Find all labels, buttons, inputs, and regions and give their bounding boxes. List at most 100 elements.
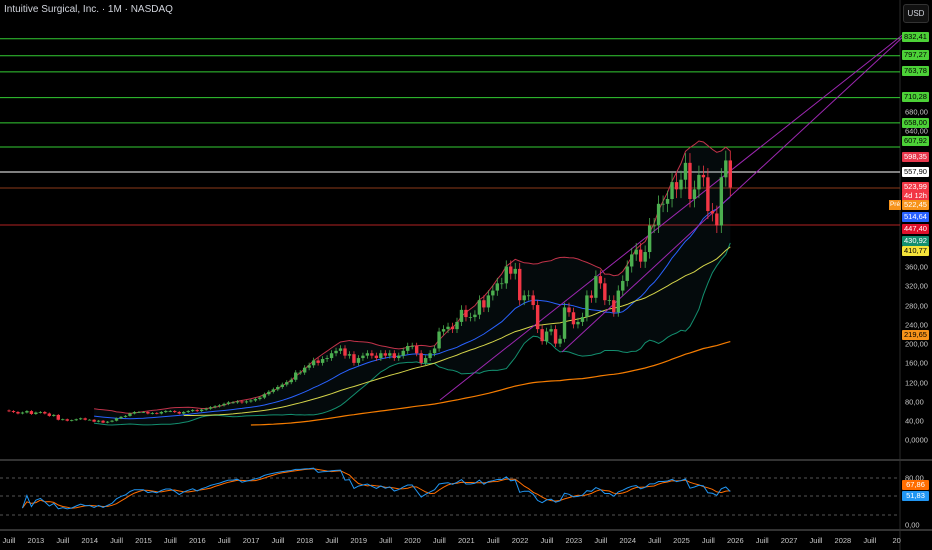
candle-body [267, 391, 271, 395]
price-axis-label: 0,0000 [905, 435, 928, 445]
candle-body [29, 411, 34, 414]
candle-body [182, 412, 186, 414]
candle-body [114, 418, 119, 421]
candle-body [638, 249, 643, 262]
candle-body [558, 338, 562, 344]
candle-body [401, 350, 405, 356]
price-badge: 557,90 [902, 167, 929, 177]
candle-body [509, 266, 513, 274]
candle-body [406, 346, 410, 351]
candle-body [25, 411, 29, 413]
candle-body [199, 409, 204, 412]
candle-body [607, 300, 612, 302]
candle-body [289, 379, 293, 383]
bollinger-fill [94, 141, 731, 425]
candle-body [423, 358, 428, 363]
candle-body [665, 199, 670, 204]
candle-body [65, 419, 69, 421]
price-badge: 607,92 [902, 136, 929, 146]
price-axis-label: 280,00 [905, 301, 928, 311]
candle-body [701, 174, 706, 178]
candle-body [706, 177, 710, 212]
time-axis-label: Juill [271, 536, 285, 545]
candle-body [562, 307, 567, 339]
candle-body [78, 418, 83, 420]
candle-body [329, 353, 334, 359]
candle-body [594, 276, 598, 298]
candle-body [621, 280, 625, 291]
candle-body [437, 331, 441, 349]
candle-body [468, 317, 473, 318]
candle-body [486, 295, 491, 308]
candle-body [598, 276, 603, 284]
candle-body [7, 410, 11, 412]
price-badge: 598,35 [902, 152, 929, 162]
price-axis-label: 320,00 [905, 281, 928, 291]
candle-body [320, 359, 325, 363]
candle-body [540, 329, 544, 342]
time-axis-label: Juill [163, 536, 177, 545]
candle-body [190, 410, 195, 412]
candle-body [432, 348, 437, 354]
candle-body [222, 403, 226, 406]
candle-body [464, 309, 468, 318]
price-chart[interactable] [0, 0, 932, 550]
candle-body [159, 412, 164, 414]
candle-body [249, 400, 253, 402]
price-axis-label: 240,00 [905, 320, 928, 330]
candle-body [495, 283, 500, 291]
price-axis-label: 40,00 [905, 416, 924, 426]
candle-body [347, 354, 352, 356]
candle-body [710, 211, 715, 214]
candle-body [549, 329, 553, 332]
candle-body [679, 179, 683, 190]
candle-body [298, 372, 302, 374]
candle-body [128, 413, 132, 416]
candle-body [132, 412, 137, 414]
candle-body [674, 182, 679, 190]
candle-body [280, 384, 284, 387]
candle-body [83, 418, 87, 420]
rsi-line [21, 467, 731, 510]
candle-body [397, 355, 401, 359]
candle-body [141, 412, 146, 413]
candle-body [630, 254, 634, 267]
time-axis-label: Juill [379, 536, 393, 545]
price-badge: 658,00 [902, 118, 929, 128]
candle-body [455, 321, 459, 330]
time-axis-label: 2025 [673, 536, 690, 545]
time-axis-label: 2028 [834, 536, 852, 545]
candle-body [311, 360, 316, 366]
price-badge: 832,41 [902, 32, 929, 42]
candle-body [177, 412, 181, 414]
candle-body [231, 402, 235, 404]
price-axis-label: 80,00 [905, 397, 924, 407]
candle-body [244, 401, 249, 403]
time-axis-label: Juill [325, 536, 339, 545]
candle-body [96, 420, 101, 422]
candle-body [302, 367, 307, 373]
candle-body [719, 177, 724, 226]
candle-body [585, 295, 589, 318]
time-axis-label: 2024 [619, 536, 637, 545]
time-axis-label: 2026 [726, 536, 744, 545]
candle-body [173, 411, 177, 413]
candle-body [307, 365, 311, 368]
candle-body [504, 266, 508, 284]
price-badge: 67,86 [902, 480, 929, 490]
candle-body [338, 348, 343, 351]
candle-body [34, 412, 38, 414]
candle-body [370, 353, 374, 356]
candle-body [164, 411, 168, 413]
candle-body [343, 348, 347, 356]
candle-body [374, 355, 379, 359]
candle-body [110, 420, 114, 422]
candle-body [235, 401, 240, 403]
candle-body [294, 372, 298, 380]
price-badge: 51,83 [902, 491, 929, 501]
candle-body [361, 355, 365, 359]
time-axis-label: 2018 [296, 536, 314, 545]
candle-body [316, 360, 320, 363]
candle-body [625, 266, 629, 281]
candle-body [522, 295, 526, 301]
